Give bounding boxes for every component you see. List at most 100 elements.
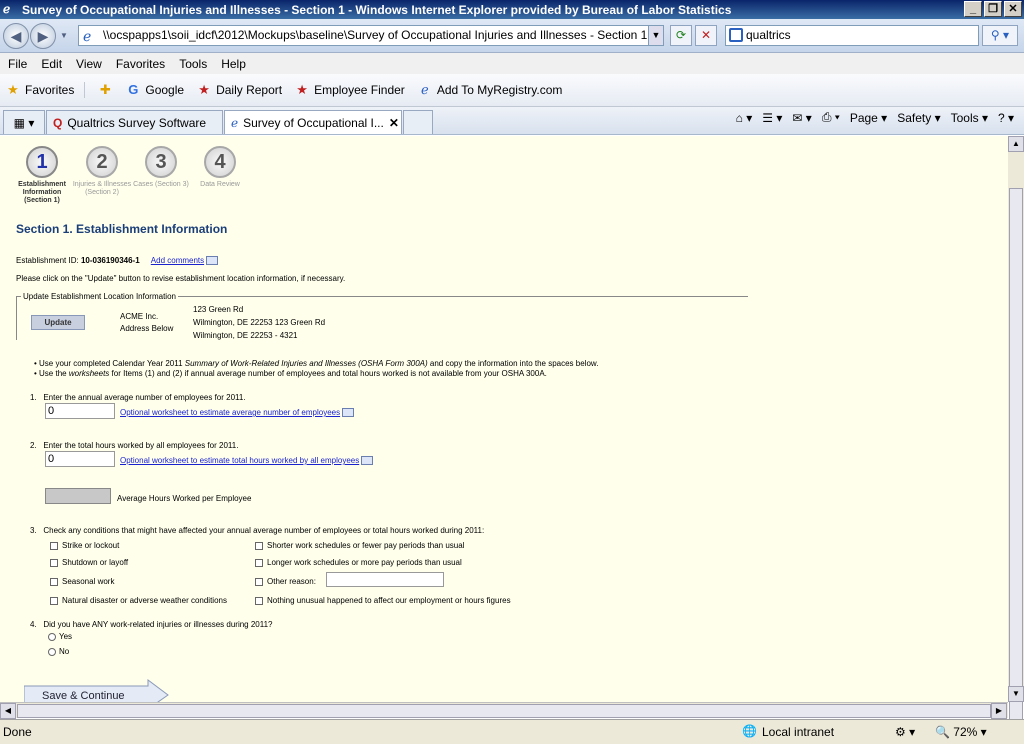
condition-shorter-schedules[interactable]: Shorter work schedules or fewer pay peri… <box>255 541 464 550</box>
section-title: Section 1. Establishment Information <box>16 222 228 236</box>
back-button[interactable]: ◀ <box>3 23 29 49</box>
checkbox[interactable] <box>50 541 58 550</box>
add-favorite-icon: ✚ <box>99 82 111 97</box>
checkbox[interactable] <box>255 577 263 586</box>
step-3[interactable]: 3 Cases (Section 3) <box>131 146 191 189</box>
condition-nothing-unusual[interactable]: Nothing unusual happened to affect our e… <box>255 596 511 605</box>
zone-label: Local intranet <box>762 725 835 739</box>
other-reason-input[interactable] <box>326 572 444 587</box>
save-continue-button[interactable]: Save & Continue <box>24 679 170 702</box>
employees-input[interactable]: 0 <box>45 403 115 419</box>
mail-icon[interactable]: ✉ ▾ <box>792 111 811 125</box>
average-hours-label: Average Hours Worked per Employee <box>117 494 252 503</box>
fav-employee-finder[interactable]: ★ Employee Finder <box>294 82 405 98</box>
quick-tabs-button[interactable]: ▦ ▾ <box>3 110 45 134</box>
q1-worksheet-row: Optional worksheet to estimate average n… <box>120 408 355 417</box>
quick-tabs-icon: ▦ ▾ <box>13 115 35 130</box>
search-button[interactable]: ⚲ ▾ <box>982 25 1018 46</box>
maximize-button[interactable]: ❐ <box>984 1 1002 17</box>
update-button[interactable]: Update <box>31 315 85 330</box>
fav-daily-report[interactable]: ★ Daily Report <box>196 82 282 98</box>
page-icon: ℯ <box>420 82 429 97</box>
step-3-number: 3 <box>145 146 177 178</box>
comment-icon[interactable] <box>342 408 355 417</box>
step-1[interactable]: 1 Establishment Information (Section 1) <box>12 146 72 205</box>
comment-icon[interactable] <box>206 256 219 265</box>
hours-worksheet-link[interactable]: Optional worksheet to estimate total hou… <box>120 456 359 465</box>
tools-menu[interactable]: Tools ▾ <box>951 111 988 125</box>
menu-help[interactable]: Help <box>221 57 246 71</box>
menu-view[interactable]: View <box>76 57 102 71</box>
menu-file[interactable]: File <box>8 57 27 71</box>
close-tab-icon[interactable]: ✕ <box>389 116 399 130</box>
minimize-button[interactable]: _ <box>964 1 982 17</box>
scroll-thumb[interactable] <box>1009 188 1023 742</box>
address-input[interactable]: ℯ \\ocspapps1\soii_idcf\2012\Mockups\bas… <box>78 25 664 46</box>
q2-worksheet-row: Optional worksheet to estimate total hou… <box>120 456 374 465</box>
refresh-button[interactable]: ⟳ <box>670 25 692 46</box>
home-icon[interactable]: ⌂ ▾ <box>736 111 753 125</box>
tab-qualtrics-label: Qualtrics Survey Software <box>67 115 207 130</box>
help-icon[interactable]: ? ▾ <box>998 111 1014 125</box>
ie-logo-icon: ℯ <box>3 1 11 16</box>
condition-other[interactable]: Other reason: <box>255 577 316 586</box>
fav-myregistry[interactable]: ℯ Add To MyRegistry.com <box>417 82 562 98</box>
checkbox[interactable] <box>255 541 263 550</box>
close-window-button[interactable]: ✕ <box>1004 1 1022 17</box>
tab-survey[interactable]: ℯ Survey of Occupational I... ✕ <box>224 110 402 134</box>
address-text: \\ocspapps1\soii_idcf\2012\Mockups\basel… <box>103 28 664 42</box>
window-title: Survey of Occupational Injuries and Illn… <box>22 2 732 17</box>
checkbox[interactable] <box>50 558 58 567</box>
question-2-label: 2. Enter the total hours worked by all e… <box>30 441 239 450</box>
radio-button[interactable] <box>48 632 56 641</box>
injuries-no-option[interactable]: No <box>48 647 69 656</box>
window-titlebar: ℯ Survey of Occupational Injuries and Il… <box>0 0 1024 19</box>
vertical-scrollbar[interactable]: ▲ ▼ <box>1008 136 1024 742</box>
scroll-left-icon[interactable]: ◀ <box>0 703 16 719</box>
zoom-control[interactable]: 🔍 72% ▾ <box>935 725 987 739</box>
checkbox[interactable] <box>255 596 263 605</box>
injuries-yes-option[interactable]: Yes <box>48 632 72 641</box>
fav-google[interactable]: G Google <box>125 82 184 98</box>
print-icon[interactable]: ⎙ ▾ <box>822 110 840 125</box>
scroll-down-icon[interactable]: ▼ <box>1008 686 1024 702</box>
condition-shutdown[interactable]: Shutdown or layoff <box>50 558 128 567</box>
scroll-right-icon[interactable]: ▶ <box>991 703 1007 719</box>
condition-strike[interactable]: Strike or lockout <box>50 541 119 550</box>
condition-longer-schedules[interactable]: Longer work schedules or more pay period… <box>255 558 462 567</box>
menu-favorites[interactable]: Favorites <box>116 57 165 71</box>
address-dropdown-icon[interactable]: ▼ <box>648 26 663 45</box>
comment-icon[interactable] <box>361 456 374 465</box>
safety-menu[interactable]: Safety ▾ <box>897 111 940 125</box>
horizontal-scrollbar[interactable]: ◀ ▶ <box>0 702 1008 719</box>
history-dropdown-icon[interactable]: ▼ <box>60 31 68 40</box>
menu-edit[interactable]: Edit <box>41 57 62 71</box>
search-input[interactable]: qualtrics <box>725 25 979 46</box>
checkbox[interactable] <box>50 596 58 605</box>
favorites-button[interactable]: ★ Favorites <box>5 82 86 98</box>
checkbox[interactable] <box>50 577 58 586</box>
step-4-label: Data Review <box>200 181 240 188</box>
add-comments-link[interactable]: Add comments <box>151 256 204 265</box>
new-tab-button[interactable] <box>403 110 433 134</box>
scroll-up-icon[interactable]: ▲ <box>1008 136 1024 152</box>
tab-qualtrics[interactable]: Q Qualtrics Survey Software <box>46 110 223 134</box>
checkbox[interactable] <box>255 558 263 567</box>
hours-input[interactable]: 0 <box>45 451 115 467</box>
menu-tools[interactable]: Tools <box>179 57 207 71</box>
feeds-icon[interactable]: ☰ ▾ <box>762 111 782 125</box>
address-line-2: Wilmington, DE 22253 123 Green Rd <box>193 318 326 327</box>
fav-employee-finder-label: Employee Finder <box>314 83 405 97</box>
condition-disaster[interactable]: Natural disaster or adverse weather cond… <box>50 596 227 605</box>
step-4[interactable]: 4 Data Review <box>190 146 250 189</box>
hscroll-thumb[interactable] <box>17 704 991 718</box>
protected-mode-icon[interactable]: ⚙ ▾ <box>895 725 915 739</box>
forward-button[interactable]: ▶ <box>30 23 56 49</box>
add-favorite-button[interactable]: ✚ <box>97 82 113 98</box>
radio-button[interactable] <box>48 647 56 656</box>
stop-button[interactable]: ✕ <box>695 25 717 46</box>
condition-seasonal[interactable]: Seasonal work <box>50 577 114 586</box>
page-menu[interactable]: Page ▾ <box>850 111 887 125</box>
step-2[interactable]: 2 Injuries & Illnesses (Section 2) <box>72 146 132 197</box>
employees-worksheet-link[interactable]: Optional worksheet to estimate average n… <box>120 408 340 417</box>
